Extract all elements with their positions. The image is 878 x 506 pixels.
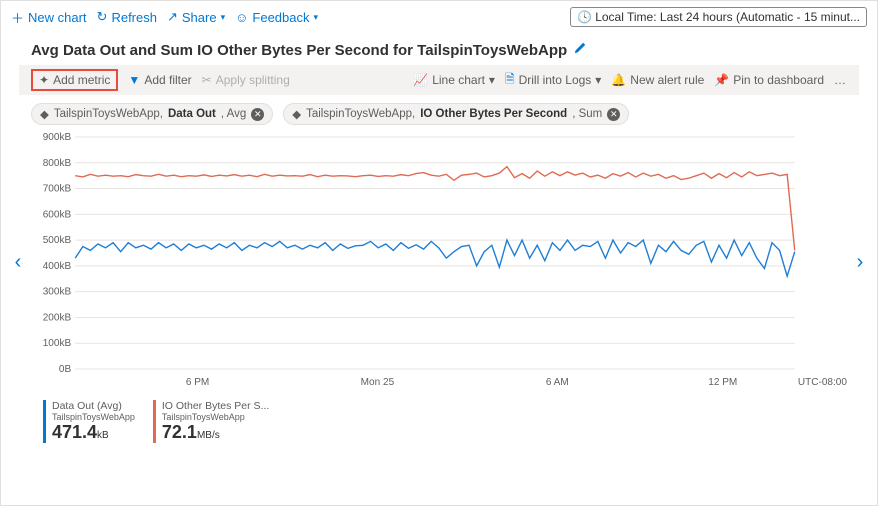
metric-icon: ✦ xyxy=(39,73,49,87)
split-icon: ✂ xyxy=(202,73,212,87)
refresh-button[interactable]: ↻ Refresh xyxy=(97,9,157,25)
svg-text:900kB: 900kB xyxy=(43,132,72,143)
next-arrow-button[interactable]: › xyxy=(851,131,869,394)
edit-title-button[interactable] xyxy=(573,41,587,59)
new-chart-label: New chart xyxy=(28,10,87,25)
svg-text:6 PM: 6 PM xyxy=(186,377,209,388)
svg-text:500kB: 500kB xyxy=(43,235,72,246)
svg-text:300kB: 300kB xyxy=(43,287,72,298)
pin-button[interactable]: 📌 Pin to dashboard xyxy=(714,73,824,87)
drill-logs-button[interactable]: 🗎 Drill into Logs ▾ xyxy=(505,70,601,91)
line-chart-icon: 📈 xyxy=(413,73,428,87)
svg-text:400kB: 400kB xyxy=(43,261,72,272)
add-filter-label: Add filter xyxy=(144,73,191,87)
refresh-label: Refresh xyxy=(111,10,157,25)
svg-text:12 PM: 12 PM xyxy=(708,377,737,388)
remove-pill-button[interactable]: ✕ xyxy=(251,108,264,121)
svg-text:100kB: 100kB xyxy=(43,338,72,349)
time-range-label: Local Time: Last 24 hours (Automatic - 1… xyxy=(595,10,860,24)
legend-item: Data Out (Avg)TailspinToysWebApp471.4kB xyxy=(43,400,135,443)
add-filter-button[interactable]: ▼ Add filter xyxy=(128,73,191,87)
refresh-icon: ↻ xyxy=(97,9,108,25)
add-metric-button[interactable]: ✦ Add metric xyxy=(31,69,118,91)
svg-text:700kB: 700kB xyxy=(43,184,72,195)
svg-text:UTC-08:00: UTC-08:00 xyxy=(798,377,848,388)
svg-text:0B: 0B xyxy=(59,364,72,375)
feedback-button[interactable]: ☺ Feedback ▾ xyxy=(235,10,318,25)
metric-pill[interactable]: ◆TailspinToysWebApp, Data Out, Avg✕ xyxy=(31,103,273,125)
remove-pill-button[interactable]: ✕ xyxy=(607,108,620,121)
clock-icon: 🕓 xyxy=(577,10,592,24)
time-range-selector[interactable]: 🕓 Local Time: Last 24 hours (Automatic -… xyxy=(570,7,867,27)
feedback-label: Feedback xyxy=(252,10,309,25)
line-chart-label: Line chart xyxy=(432,73,485,87)
add-metric-label: Add metric xyxy=(53,73,110,87)
resource-icon: ◆ xyxy=(292,107,301,121)
share-icon: ↗ xyxy=(167,9,178,25)
drill-logs-label: Drill into Logs xyxy=(519,73,592,87)
chart-plot: 0B 100kB 200kB 300kB 400kB 500kB 600kB 700kB 800… xyxy=(27,131,851,391)
logs-icon: 🗎 xyxy=(505,70,515,91)
apply-splitting-label: Apply splitting xyxy=(216,73,290,87)
new-chart-button[interactable]: ＋ New chart xyxy=(11,8,87,27)
pin-icon: 📌 xyxy=(714,73,729,87)
chevron-down-icon: ▾ xyxy=(595,73,601,87)
chevron-down-icon: ▾ xyxy=(314,12,319,23)
resource-icon: ◆ xyxy=(40,107,49,121)
chevron-down-icon: ▾ xyxy=(221,12,226,23)
apply-splitting-button: ✂ Apply splitting xyxy=(202,73,290,87)
metric-pill[interactable]: ◆TailspinToysWebApp, IO Other Bytes Per … xyxy=(283,103,629,125)
smiley-icon: ☺ xyxy=(235,10,248,25)
legend-item: IO Other Bytes Per S...TailspinToysWebAp… xyxy=(153,400,269,443)
chart-title: Avg Data Out and Sum IO Other Bytes Per … xyxy=(31,42,567,59)
alert-icon: 🔔 xyxy=(611,73,626,87)
new-alert-button[interactable]: 🔔 New alert rule xyxy=(611,73,704,87)
new-alert-label: New alert rule xyxy=(630,73,704,87)
plus-icon: ＋ xyxy=(11,8,24,27)
prev-arrow-button[interactable]: ‹ xyxy=(9,131,27,394)
svg-text:600kB: 600kB xyxy=(43,209,72,220)
svg-text:200kB: 200kB xyxy=(43,312,72,323)
pin-label: Pin to dashboard xyxy=(733,73,824,87)
chart-type-button[interactable]: 📈 Line chart ▾ xyxy=(413,73,495,87)
filter-icon: ▼ xyxy=(128,73,140,87)
share-label: Share xyxy=(182,10,217,25)
svg-text:Mon 25: Mon 25 xyxy=(361,377,395,388)
share-button[interactable]: ↗ Share ▾ xyxy=(167,9,225,25)
chevron-down-icon: ▾ xyxy=(489,73,495,87)
svg-text:800kB: 800kB xyxy=(43,158,72,169)
more-button[interactable]: … xyxy=(834,73,847,87)
pencil-icon xyxy=(573,41,587,55)
svg-text:6 AM: 6 AM xyxy=(546,377,569,388)
